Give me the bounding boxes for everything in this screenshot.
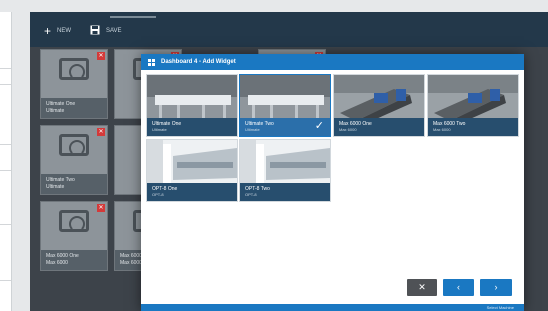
delete-widget-button[interactable]: ✕ [97, 128, 105, 136]
machine-model: Max 6000 [339, 127, 357, 132]
machine-tile[interactable]: Ultimate One Ultimate [146, 74, 238, 137]
machine-tile[interactable]: OPT-8 One OPT-8 [146, 139, 238, 202]
widget-caption: Max 6000 One Max 6000 [41, 250, 107, 270]
gauge-icon [59, 134, 89, 156]
panel-divider [0, 170, 11, 171]
save-button-label: SAVE [106, 28, 122, 34]
panel-divider [0, 68, 11, 69]
panel-divider [0, 224, 11, 225]
tile-caption: OPT-8 Two OPT-8 [240, 183, 330, 201]
dialog-header: Dashboard 4 - Add Widget [141, 54, 524, 70]
dialog-title: Dashboard 4 - Add Widget [161, 59, 236, 65]
machine-model: OPT-8 [245, 192, 257, 197]
previous-button[interactable]: ‹ [443, 279, 474, 296]
widget-name: Ultimate Two [46, 177, 75, 183]
tile-caption: OPT-8 One OPT-8 [147, 183, 237, 201]
gauge-icon [59, 58, 89, 80]
delete-widget-button[interactable]: ✕ [97, 204, 105, 212]
gauge-icon [59, 210, 89, 232]
plus-icon: + [44, 24, 52, 38]
machine-model: Ultimate [245, 127, 260, 132]
widget-type: Ultimate [46, 184, 65, 190]
widget-type: Max 6000 [46, 260, 68, 266]
widget-caption: Ultimate One Ultimate [41, 98, 107, 118]
widget-name: Max 6000 One [46, 253, 79, 259]
widget-type: Ultimate [46, 108, 65, 114]
machine-model: OPT-8 [152, 192, 164, 197]
widget-name: Ultimate One [46, 101, 76, 107]
machine-tile[interactable]: Ultimate Two Ultimate ✓ [239, 74, 331, 137]
tile-caption: Max 6000 Two Max 6000 [428, 118, 518, 136]
footer-step-label: Select Machine [486, 305, 514, 310]
dashboard-grid-icon [148, 58, 155, 66]
delete-widget-button[interactable]: ✕ [97, 52, 105, 60]
machine-tile[interactable]: OPT-8 Two OPT-8 [239, 139, 331, 202]
new-button[interactable]: + NEW [44, 24, 71, 38]
close-button[interactable]: ✕ [407, 279, 437, 296]
add-widget-dialog: Dashboard 4 - Add Widget Ultimate One Ul… [141, 54, 524, 311]
machine-model: Ultimate [152, 127, 167, 132]
app-toolbar: + NEW SAVE [30, 12, 548, 47]
machine-tile[interactable]: Max 6000 Two Max 6000 [427, 74, 519, 137]
tile-caption: Max 6000 One Max 6000 [334, 118, 424, 136]
tile-caption: Ultimate One Ultimate [147, 118, 237, 136]
widget-card[interactable]: ✕ Ultimate One Ultimate [40, 49, 108, 119]
checkmark-icon: ✓ [314, 120, 324, 132]
panel-divider [0, 280, 11, 281]
panel-divider [0, 84, 11, 85]
next-button[interactable]: › [480, 279, 512, 296]
active-tab-indicator [110, 16, 156, 18]
new-button-label: NEW [57, 28, 72, 34]
save-button[interactable]: SAVE [90, 24, 122, 38]
machine-tile[interactable]: Max 6000 One Max 6000 [333, 74, 425, 137]
dialog-footer-bar: Select Machine [141, 304, 524, 311]
widget-card[interactable]: ✕ Max 6000 One Max 6000 [40, 201, 108, 271]
panel-divider [0, 144, 11, 145]
widget-card[interactable]: ✕ Ultimate Two Ultimate [40, 125, 108, 195]
machine-model: Max 6000 [433, 127, 451, 132]
left-side-panel [0, 12, 12, 311]
widget-caption: Ultimate Two Ultimate [41, 174, 107, 194]
floppy-disk-icon [90, 25, 100, 37]
